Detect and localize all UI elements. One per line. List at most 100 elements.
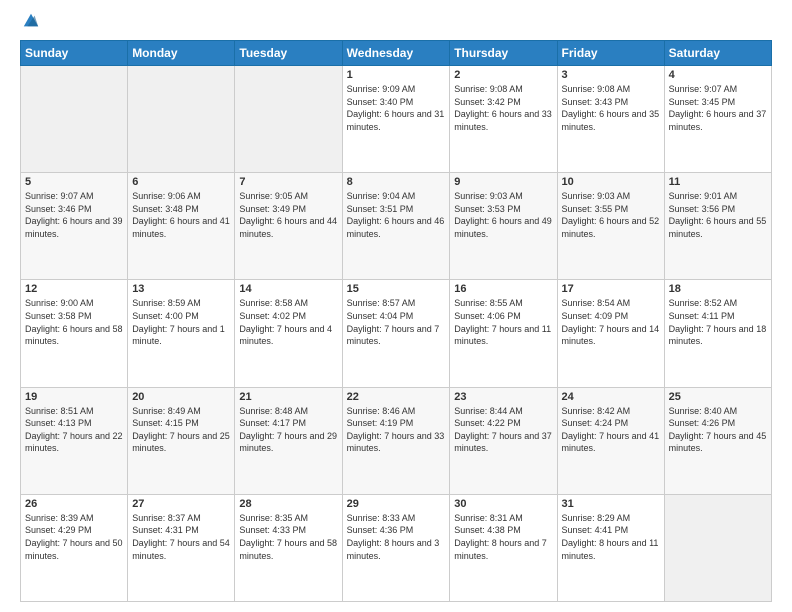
day-number: 2 — [454, 69, 552, 81]
calendar-cell: 26Sunrise: 8:39 AM Sunset: 4:29 PM Dayli… — [21, 494, 128, 601]
calendar-cell: 5 Sunrise: 9:07 AM Sunset: 3:46 PM Daylig… — [21, 173, 128, 280]
logo-icon — [22, 12, 40, 30]
calendar-cell: 28 Sunrise: 8:35 AM Sunset: 4:33 PM Dayli… — [235, 494, 342, 601]
logo — [20, 16, 40, 30]
day-number: 12 — [25, 283, 123, 295]
calendar-cell: 9 Sunrise: 9:03 AM Sunset: 3:53 PM Daylig… — [450, 173, 557, 280]
calendar-table: SundayMondayTuesdayWednesdayThursdayFrid… — [20, 40, 772, 602]
calendar-cell: 23 Sunrise: 8:44 AM Sunset: 4:22 PM Dayli… — [450, 387, 557, 494]
day-number: 1 — [347, 69, 446, 81]
day-number: 20 — [132, 391, 230, 403]
day-number: 15 — [347, 283, 446, 295]
day-info: Sunrise: 9:04 AM Sunset: 3:51 PM Dayligh… — [347, 190, 446, 240]
day-number: 8 — [347, 176, 446, 188]
day-info: Sunrise: 8:57 AM Sunset: 4:04 PM Dayligh… — [347, 297, 446, 347]
day-info: Sunrise: 8:33 AM Sunset: 4:36 PM Dayligh… — [347, 512, 446, 562]
day-info: Sunrise: 9:08 AM Sunset: 3:43 PM Dayligh… — [562, 83, 660, 133]
calendar-cell: 14 Sunrise: 8:58 AM Sunset: 4:02 PM Dayli… — [235, 280, 342, 387]
day-number: 27 — [132, 498, 230, 510]
day-info: Sunrise: 9:07 AM Sunset: 3:46 PM Dayligh… — [25, 190, 123, 240]
calendar-cell: 10 Sunrise: 9:03 AM Sunset: 3:55 PM Dayli… — [557, 173, 664, 280]
day-info: Sunrise: 9:09 AM Sunset: 3:40 PM Dayligh… — [347, 83, 446, 133]
calendar-cell: 31Sunrise: 8:29 AM Sunset: 4:41 PM Dayli… — [557, 494, 664, 601]
calendar-cell: 4 Sunrise: 9:07 AM Sunset: 3:45 PM Daylig… — [664, 66, 771, 173]
day-info: Sunrise: 8:54 AM Sunset: 4:09 PM Dayligh… — [562, 297, 660, 347]
day-number: 14 — [239, 283, 337, 295]
day-number: 21 — [239, 391, 337, 403]
day-info: Sunrise: 8:48 AM Sunset: 4:17 PM Dayligh… — [239, 405, 337, 455]
calendar-cell: 12 Sunrise: 9:00 AM Sunset: 3:58 PM Dayli… — [21, 280, 128, 387]
weekday-header-saturday: Saturday — [664, 41, 771, 66]
calendar-cell: 19Sunrise: 8:51 AM Sunset: 4:13 PM Dayli… — [21, 387, 128, 494]
calendar-cell: 8 Sunrise: 9:04 AM Sunset: 3:51 PM Daylig… — [342, 173, 450, 280]
calendar-week-row: 26Sunrise: 8:39 AM Sunset: 4:29 PM Dayli… — [21, 494, 772, 601]
weekday-header-sunday: Sunday — [21, 41, 128, 66]
calendar-cell: 13 Sunrise: 8:59 AM Sunset: 4:00 PM Dayli… — [128, 280, 235, 387]
day-info: Sunrise: 8:31 AM Sunset: 4:38 PM Dayligh… — [454, 512, 552, 562]
calendar-week-row: 5 Sunrise: 9:07 AM Sunset: 3:46 PM Daylig… — [21, 173, 772, 280]
day-info: Sunrise: 9:06 AM Sunset: 3:48 PM Dayligh… — [132, 190, 230, 240]
day-info: Sunrise: 9:05 AM Sunset: 3:49 PM Dayligh… — [239, 190, 337, 240]
calendar-cell: 30 Sunrise: 8:31 AM Sunset: 4:38 PM Dayli… — [450, 494, 557, 601]
day-info: Sunrise: 9:03 AM Sunset: 3:53 PM Dayligh… — [454, 190, 552, 240]
day-info: Sunrise: 8:40 AM Sunset: 4:26 PM Dayligh… — [669, 405, 767, 455]
day-info: Sunrise: 8:35 AM Sunset: 4:33 PM Dayligh… — [239, 512, 337, 562]
calendar-cell: 29 Sunrise: 8:33 AM Sunset: 4:36 PM Dayli… — [342, 494, 450, 601]
calendar-cell: 21 Sunrise: 8:48 AM Sunset: 4:17 PM Dayli… — [235, 387, 342, 494]
day-number: 23 — [454, 391, 552, 403]
day-info: Sunrise: 8:46 AM Sunset: 4:19 PM Dayligh… — [347, 405, 446, 455]
day-number: 24 — [562, 391, 660, 403]
calendar-cell: 22 Sunrise: 8:46 AM Sunset: 4:19 PM Dayli… — [342, 387, 450, 494]
calendar-cell: 27Sunrise: 8:37 AM Sunset: 4:31 PM Dayli… — [128, 494, 235, 601]
weekday-header-thursday: Thursday — [450, 41, 557, 66]
calendar-cell: 11Sunrise: 9:01 AM Sunset: 3:56 PM Dayli… — [664, 173, 771, 280]
calendar-cell: 17Sunrise: 8:54 AM Sunset: 4:09 PM Dayli… — [557, 280, 664, 387]
calendar-week-row: 1 Sunrise: 9:09 AM Sunset: 3:40 PM Daylig… — [21, 66, 772, 173]
day-number: 22 — [347, 391, 446, 403]
weekday-header-row: SundayMondayTuesdayWednesdayThursdayFrid… — [21, 41, 772, 66]
calendar-cell — [21, 66, 128, 173]
weekday-header-monday: Monday — [128, 41, 235, 66]
weekday-header-wednesday: Wednesday — [342, 41, 450, 66]
calendar-cell: 6 Sunrise: 9:06 AM Sunset: 3:48 PM Daylig… — [128, 173, 235, 280]
day-number: 5 — [25, 176, 123, 188]
calendar-week-row: 12 Sunrise: 9:00 AM Sunset: 3:58 PM Dayli… — [21, 280, 772, 387]
day-number: 28 — [239, 498, 337, 510]
day-number: 6 — [132, 176, 230, 188]
calendar-cell — [128, 66, 235, 173]
day-number: 10 — [562, 176, 660, 188]
page: SundayMondayTuesdayWednesdayThursdayFrid… — [0, 0, 792, 612]
header — [20, 16, 772, 30]
day-number: 19 — [25, 391, 123, 403]
day-number: 4 — [669, 69, 767, 81]
day-info: Sunrise: 9:07 AM Sunset: 3:45 PM Dayligh… — [669, 83, 767, 133]
day-info: Sunrise: 8:58 AM Sunset: 4:02 PM Dayligh… — [239, 297, 337, 347]
calendar-cell: 7 Sunrise: 9:05 AM Sunset: 3:49 PM Daylig… — [235, 173, 342, 280]
day-info: Sunrise: 9:00 AM Sunset: 3:58 PM Dayligh… — [25, 297, 123, 347]
day-number: 9 — [454, 176, 552, 188]
calendar-cell: 16 Sunrise: 8:55 AM Sunset: 4:06 PM Dayli… — [450, 280, 557, 387]
day-number: 3 — [562, 69, 660, 81]
weekday-header-tuesday: Tuesday — [235, 41, 342, 66]
calendar-week-row: 19Sunrise: 8:51 AM Sunset: 4:13 PM Dayli… — [21, 387, 772, 494]
day-info: Sunrise: 9:01 AM Sunset: 3:56 PM Dayligh… — [669, 190, 767, 240]
day-number: 7 — [239, 176, 337, 188]
calendar-cell: 3 Sunrise: 9:08 AM Sunset: 3:43 PM Daylig… — [557, 66, 664, 173]
calendar-cell — [235, 66, 342, 173]
calendar-cell: 25 Sunrise: 8:40 AM Sunset: 4:26 PM Dayli… — [664, 387, 771, 494]
day-number: 18 — [669, 283, 767, 295]
day-number: 13 — [132, 283, 230, 295]
calendar-cell: 24Sunrise: 8:42 AM Sunset: 4:24 PM Dayli… — [557, 387, 664, 494]
day-info: Sunrise: 9:08 AM Sunset: 3:42 PM Dayligh… — [454, 83, 552, 133]
calendar-cell — [664, 494, 771, 601]
day-info: Sunrise: 8:39 AM Sunset: 4:29 PM Dayligh… — [25, 512, 123, 562]
day-number: 30 — [454, 498, 552, 510]
day-number: 25 — [669, 391, 767, 403]
day-info: Sunrise: 8:52 AM Sunset: 4:11 PM Dayligh… — [669, 297, 767, 347]
day-info: Sunrise: 9:03 AM Sunset: 3:55 PM Dayligh… — [562, 190, 660, 240]
day-info: Sunrise: 8:44 AM Sunset: 4:22 PM Dayligh… — [454, 405, 552, 455]
day-number: 29 — [347, 498, 446, 510]
day-info: Sunrise: 8:59 AM Sunset: 4:00 PM Dayligh… — [132, 297, 230, 347]
day-info: Sunrise: 8:55 AM Sunset: 4:06 PM Dayligh… — [454, 297, 552, 347]
day-number: 16 — [454, 283, 552, 295]
